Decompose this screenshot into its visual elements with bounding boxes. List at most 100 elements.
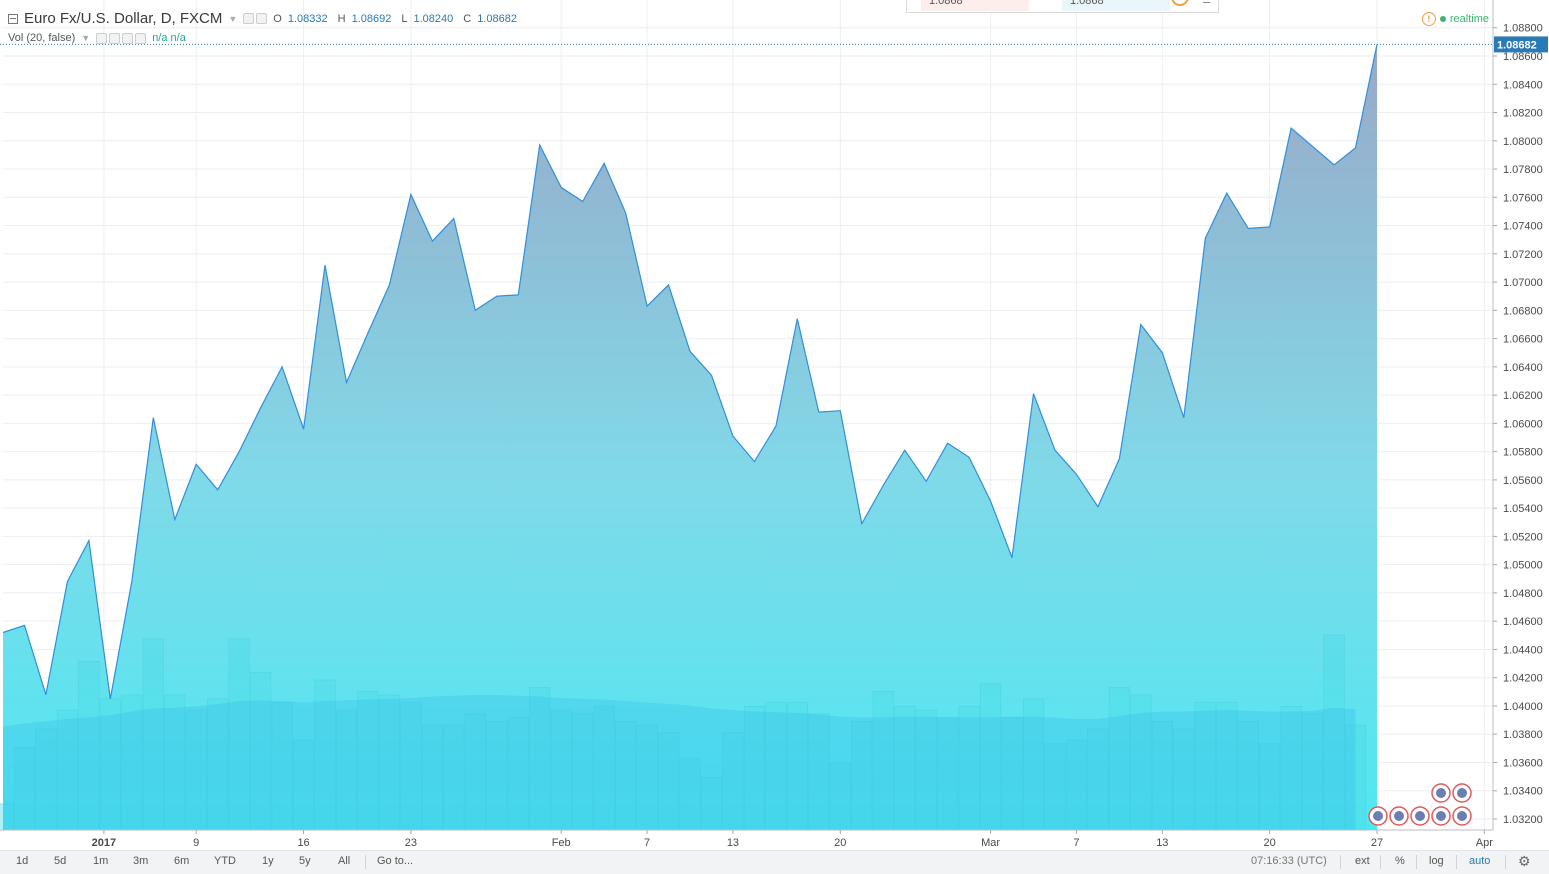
separator [1380,855,1381,869]
collapse-legend-icon[interactable] [8,13,18,24]
price-tick-label: 1.03800 [1503,729,1543,741]
time-tick-label: 16 [297,837,309,849]
time-tick-label: 7 [1073,837,1079,849]
warning-icon[interactable]: ! [1421,12,1436,26]
time-tick-label: 2017 [92,837,116,849]
percent-toggle[interactable]: % [1395,855,1405,867]
gear-icon[interactable]: ⚙ [1518,853,1531,870]
series-actions [243,13,268,24]
price-tick-label: 1.04000 [1503,701,1543,713]
price-tick-label: 1.06400 [1503,362,1543,374]
price-tick-label: 1.04800 [1503,588,1543,600]
volume-values: n/a n/a [152,32,186,44]
price-tick-label: 1.05800 [1503,447,1543,459]
price-tick-label: 1.04200 [1503,673,1543,685]
realtime-label: realtime [1449,13,1489,25]
chevron-down-icon[interactable]: ▼ [81,33,90,43]
timeframe-all[interactable]: All [338,855,350,867]
order-status-icon[interactable] [1171,0,1189,6]
timeframe-1y[interactable]: 1y [262,855,274,867]
volume-legend: Vol (20, false) ▼ n/a n/a [8,32,186,44]
gear-icon[interactable] [109,32,121,44]
minimize-icon[interactable]: – [1203,0,1210,9]
time-tick-label: 23 [405,837,417,849]
price-tick-label: 1.07400 [1503,221,1543,233]
buy-price[interactable]: 1.0868 [1062,0,1170,11]
time-tick-label: 13 [1156,837,1168,849]
price-chart[interactable]: 1.03200 1.03400 1.03600 1.03800 1.04000 1.042… [0,0,1549,850]
flag-icon [1373,811,1383,821]
volume-study-title[interactable]: Vol (20, false) [8,32,75,44]
timeframe-1d[interactable]: 1d [16,855,28,867]
price-tick-label: 1.06200 [1503,390,1543,402]
realtime-dot-icon [1439,16,1446,22]
flag-icon [1436,811,1446,821]
price-tick-label: 1.04600 [1503,616,1543,628]
price-tick-label: 1.06600 [1503,334,1543,346]
chevron-down-icon[interactable]: ▼ [228,14,237,24]
timeframe-6m[interactable]: 6m [174,855,189,867]
price-tick-label: 1.07800 [1503,164,1543,176]
time-tick-label: Apr [1476,837,1493,849]
price-tick-label: 1.08400 [1503,79,1543,91]
timeframe-5y[interactable]: 5y [299,855,311,867]
timeframe-3m[interactable]: 3m [133,855,148,867]
time-tick-label: 13 [727,837,739,849]
close-key: C [463,12,472,25]
flag-icon [1394,811,1404,821]
price-tick-label: 1.08000 [1503,136,1543,148]
time-tick-label: 20 [834,837,846,849]
price-tick-label: 1.04400 [1503,644,1543,656]
flag-icon [1457,811,1467,821]
eye-icon[interactable] [96,32,108,44]
separator [1340,855,1341,869]
data-status: ! realtime [1421,12,1489,26]
price-tick-label: 1.05400 [1503,503,1543,515]
price-tick-label: 1.08600 [1503,51,1543,63]
price-tick-label: 1.08800 [1503,23,1543,35]
time-tick-label: Feb [552,837,571,849]
price-axis[interactable]: 1.03200 1.03400 1.03600 1.03800 1.04000 1.042… [1492,0,1548,830]
close-icon[interactable] [135,32,147,44]
time-axis[interactable]: 2017 9 16 23 Feb 7 13 20 Mar 7 13 20 27 Apr [0,829,1493,849]
ext-toggle[interactable]: ext [1355,855,1370,867]
bottom-toolbar: 1d 5d 1m 3m 6m YTD 1y 5y All Go to... 07:16:33 (… [0,850,1549,874]
add-icon[interactable] [122,32,134,44]
price-tick-label: 1.07000 [1503,277,1543,289]
eye-icon[interactable] [243,13,255,24]
price-tick-label: 1.07600 [1503,192,1543,204]
last-price-label: 1.08682 [1497,39,1537,51]
time-tick-label: 9 [193,837,199,849]
separator [365,855,366,869]
low-key: L [401,12,408,25]
price-tick-label: 1.05200 [1503,531,1543,543]
time-tick-label: 27 [1371,837,1383,849]
timeframe-5d[interactable]: 5d [54,855,66,867]
price-tick-label: 1.06800 [1503,305,1543,317]
price-tick-label: 1.05000 [1503,560,1543,572]
auto-toggle[interactable]: auto [1469,855,1490,867]
economic-events-layer[interactable] [1368,783,1472,826]
goto-button[interactable]: Go to... [377,855,413,867]
price-tick-label: 1.07200 [1503,249,1543,261]
timeframe-ytd[interactable]: YTD [214,855,236,867]
separator [1416,855,1417,869]
price-tick-label: 1.06000 [1503,418,1543,430]
low-value: 1.08240 [413,12,454,25]
sell-price[interactable]: 1.0868 [921,0,1029,11]
log-toggle[interactable]: log [1429,855,1444,867]
high-value: 1.08692 [351,12,392,25]
open-key: O [273,12,282,25]
gear-icon[interactable] [256,13,268,24]
clock-readout[interactable]: 07:16:33 (UTC) [1251,855,1327,867]
price-tick-label: 1.08200 [1503,108,1543,120]
order-panel: 1.0868 1.0868 – [906,0,1219,13]
price-tick-label: 1.03400 [1503,786,1543,798]
main-series-legend: Euro Fx/U.S. Dollar, D, FXCM ▼ O 1.08332… [8,10,521,27]
timeframe-1m[interactable]: 1m [93,855,108,867]
price-tick-label: 1.03200 [1503,814,1543,826]
study-actions [96,32,147,44]
separator [1456,855,1457,869]
symbol-title[interactable]: Euro Fx/U.S. Dollar, D, FXCM [24,10,222,27]
price-tick-label: 1.03600 [1503,757,1543,769]
